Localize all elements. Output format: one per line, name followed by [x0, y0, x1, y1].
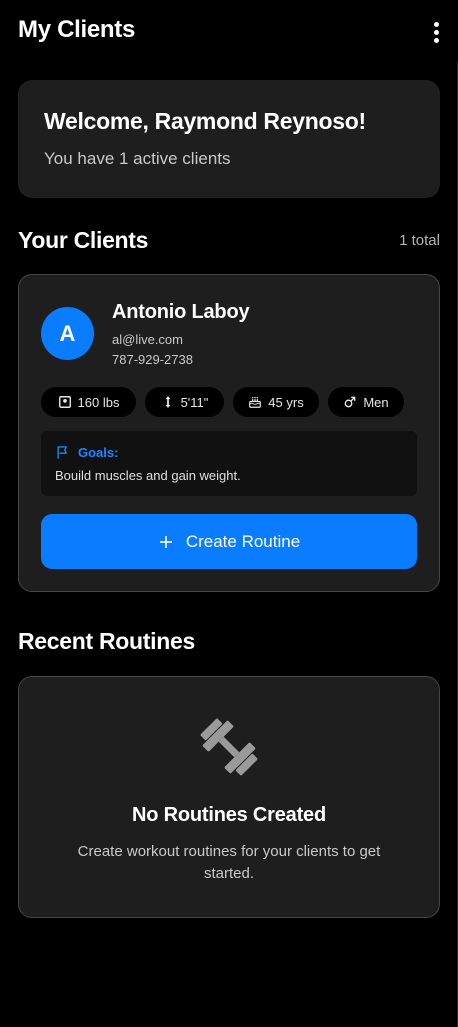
client-name: Antonio Laboy [112, 301, 250, 323]
plus-icon [159, 535, 172, 548]
more-vert-icon[interactable] [424, 18, 448, 46]
welcome-subtitle: You have 1 active clients [44, 149, 231, 168]
height-icon [164, 396, 171, 408]
menu-dot [433, 29, 439, 35]
gender-value: Men [363, 394, 389, 410]
goals-text: Bouild muscles and gain weight. [55, 468, 241, 483]
flag-icon [57, 446, 67, 459]
age-value: 45 yrs [268, 394, 304, 410]
avatar: A [41, 307, 94, 360]
dumbbell-icon [200, 718, 258, 776]
clients-count: 1 total [399, 232, 440, 249]
page: My Clients Welcome, Raymond Reynoso! You… [0, 0, 458, 1027]
goals-box: Goals: Bouild muscles and gain weight. [41, 431, 417, 496]
routines-section-title: Recent Routines [18, 628, 195, 654]
scale-icon [58, 396, 71, 408]
create-routine-button[interactable]: Create Routine [41, 514, 417, 569]
menu-dot [433, 21, 439, 27]
client-email: al@live.com [112, 332, 183, 347]
cake-icon [249, 396, 262, 408]
menu-dot [433, 37, 439, 43]
weight-value: 160 lbs [77, 394, 120, 410]
goals-heading: Goals: [55, 445, 118, 460]
goals-label: Goals: [78, 445, 119, 460]
create-routine-label: Create Routine [185, 531, 301, 551]
empty-state-subtitle: Create workout routines for your clients… [77, 843, 381, 882]
welcome-title: Welcome, Raymond Reynoso! [44, 108, 366, 134]
app-bar: My Clients [0, 0, 458, 62]
height-chip: 5'11" [145, 387, 224, 417]
clients-section-title: Your Clients [18, 227, 149, 253]
routines-empty-card: No Routines Created Create workout routi… [18, 676, 440, 918]
age-chip: 45 yrs [233, 387, 319, 417]
weight-chip: 160 lbs [41, 387, 136, 417]
male-icon [344, 396, 356, 408]
gender-chip: Men [328, 387, 404, 417]
height-value: 5'11" [180, 394, 209, 410]
client-phone: 787-929-2738 [112, 352, 193, 367]
welcome-card: Welcome, Raymond Reynoso! You have 1 act… [18, 80, 440, 198]
client-card[interactable]: A Antonio Laboy al@live.com 787-929-2738… [18, 274, 440, 592]
empty-state-title: No Routines Created [131, 804, 326, 826]
page-title: My Clients [18, 16, 136, 43]
